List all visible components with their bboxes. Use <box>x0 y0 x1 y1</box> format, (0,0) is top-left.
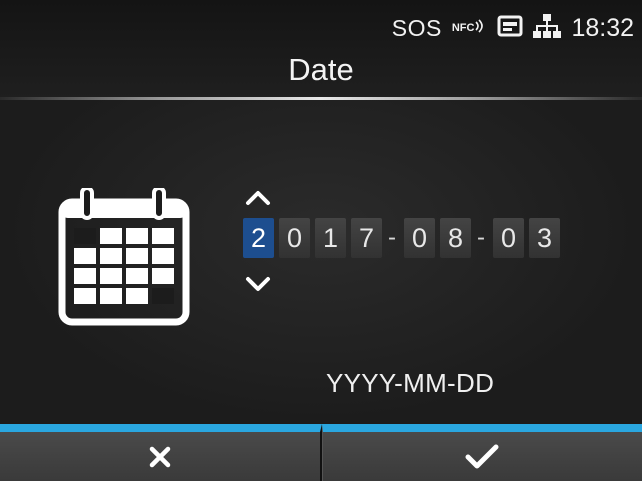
calendar-icon <box>58 186 190 331</box>
cancel-button[interactable] <box>0 424 322 481</box>
year-digit-3[interactable]: 1 <box>315 218 346 258</box>
date-separator: - <box>388 224 396 251</box>
date-digit-row: 2 0 1 7 - 0 8 - 0 3 <box>243 217 565 259</box>
nfc-label: NFC <box>451 22 475 34</box>
header: SOS NFC 18:32 Date <box>0 0 642 98</box>
month-digit-1[interactable]: 0 <box>404 218 435 258</box>
day-digit-1[interactable]: 0 <box>493 218 524 258</box>
card-reader-icon <box>497 14 523 43</box>
month-digit-2[interactable]: 8 <box>440 218 471 258</box>
year-digit-4[interactable]: 7 <box>351 218 382 258</box>
checkmark-icon <box>465 444 499 468</box>
sos-indicator: SOS <box>391 14 442 41</box>
day-digit-2[interactable]: 3 <box>529 218 560 258</box>
close-icon <box>149 446 170 467</box>
year-digit-1[interactable]: 2 <box>243 218 274 258</box>
date-format-label: YYYY-MM-DD <box>326 368 495 398</box>
date-editor-panel: 2 0 1 7 - 0 8 - 0 3 YYYY-MM-DD <box>0 100 642 424</box>
date-separator: - <box>477 224 485 251</box>
increment-chevron-up-icon[interactable] <box>243 188 273 208</box>
footer-bar <box>0 424 642 481</box>
confirm-button[interactable] <box>321 424 642 481</box>
clock-time: 18:32 <box>571 13 634 42</box>
status-bar: SOS NFC 18:32 <box>392 12 634 44</box>
date-setting-screen: SOS NFC 18:32 Date 2 0 1 7 - 0 8 - 0 3 Y… <box>0 0 642 481</box>
nfc-icon: NFC <box>451 19 488 34</box>
page-title: Date <box>288 52 354 87</box>
decrement-chevron-down-icon[interactable] <box>243 274 273 294</box>
year-digit-2[interactable]: 0 <box>279 218 310 258</box>
network-icon <box>533 13 562 44</box>
